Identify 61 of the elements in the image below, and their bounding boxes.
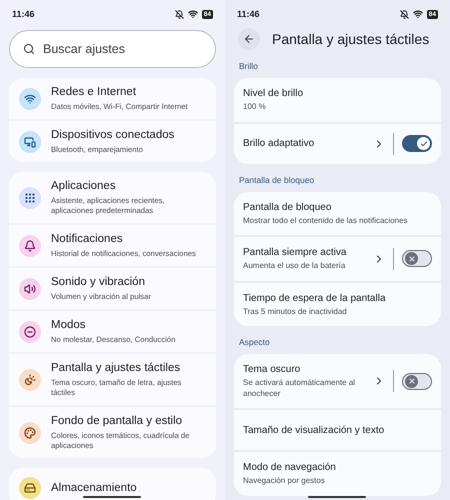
item-title: Tamaño de visualización y texto	[243, 424, 386, 436]
check-icon	[420, 140, 428, 148]
item-title: Redes e Internet	[51, 85, 138, 100]
section-label: Pantalla de bloqueo	[239, 174, 316, 186]
status-time: 11:46	[12, 9, 35, 19]
item-subtitle: Navegación por gestos	[243, 476, 326, 486]
item-title: Pantalla siempre activa	[243, 246, 348, 259]
item-title: Almacenamiento	[51, 480, 138, 496]
item-subtitle: Tras 5 minutos de inactividad	[243, 306, 348, 317]
settings-item[interactable]: Pantalla siempre activa Aumenta el uso de la batería	[234, 237, 441, 280]
toggle-switch[interactable]	[402, 135, 432, 152]
item-title: Nivel de brillo	[243, 87, 304, 100]
settings-item[interactable]: Almacenamiento	[9, 468, 216, 500]
back-button[interactable]	[238, 28, 260, 50]
item-subtitle: Mostrar todo el contenido de las notificaciones	[243, 216, 409, 226]
item-title: Notificaciones	[51, 232, 124, 247]
grid-icon	[24, 192, 36, 204]
wifi-signal-icon	[412, 9, 423, 19]
item-title: Fondo de pantalla y estilo	[51, 414, 184, 429]
settings-item[interactable]: Tiempo de espera de la pantalla Tras 5 minutos de inactividad	[234, 282, 441, 326]
settings-item[interactable]: Brillo adaptativo	[234, 124, 441, 164]
settings-item[interactable]: Tamaño de visualización y texto	[234, 410, 441, 450]
item-title: Dispositivos conectados	[51, 128, 176, 143]
palette-icon	[24, 426, 36, 438]
settings-item[interactable]: Pantalla de bloqueo Mostrar todo el contenido de las notificaciones	[234, 192, 441, 235]
item-title: Tiempo de espera de la pantalla	[243, 292, 386, 304]
minus-circle-icon	[24, 326, 36, 338]
item-title: Modo de navegación	[243, 461, 337, 474]
item-title: Tema oscuro	[243, 363, 302, 376]
item-title: Pantalla y ajustes táctiles	[51, 361, 182, 376]
settings-item[interactable]: Tema oscuro Se activará automáticamente al anochecer	[234, 354, 441, 408]
wifi-icon	[24, 92, 36, 104]
settings-item[interactable]: Nivel de brillo 100 %	[234, 78, 441, 122]
storage-icon	[24, 482, 36, 494]
mute-icon	[174, 10, 184, 18]
mute-icon	[400, 10, 409, 18]
close-icon	[408, 377, 416, 385]
item-title: Pantalla de bloqueo	[243, 200, 332, 214]
toggle-switch[interactable]	[402, 250, 432, 268]
wifi-signal-icon	[188, 9, 198, 19]
search-field[interactable]: Buscar ajustes	[9, 30, 216, 68]
item-title: Aplicaciones	[51, 179, 117, 194]
item-title: Brillo adaptativo	[243, 137, 316, 150]
page-title: Pantalla y ajustes táctiles	[272, 31, 430, 47]
item-title: Modos	[51, 318, 87, 333]
item-subtitle: Aumenta el uso de la batería	[243, 261, 346, 272]
search-icon	[23, 43, 35, 55]
speaker-icon	[24, 282, 36, 294]
status-time: 11:46	[237, 9, 260, 19]
devices-icon	[24, 136, 36, 148]
sun-moon-icon	[24, 374, 36, 386]
item-subtitle: 100 %	[243, 102, 267, 112]
section-label: Aspecto	[239, 336, 271, 348]
bell-icon	[24, 240, 36, 252]
section-label: Brillo	[239, 60, 259, 72]
item-title: Sonido y vibración	[51, 275, 146, 290]
back-arrow-icon	[243, 33, 255, 45]
toggle-switch[interactable]	[402, 372, 432, 390]
item-subtitle: Se activará automáticamente al anochecer	[243, 378, 356, 399]
close-icon	[408, 254, 416, 263]
settings-item[interactable]: Modo de navegación Navegación por gestos	[234, 452, 441, 496]
